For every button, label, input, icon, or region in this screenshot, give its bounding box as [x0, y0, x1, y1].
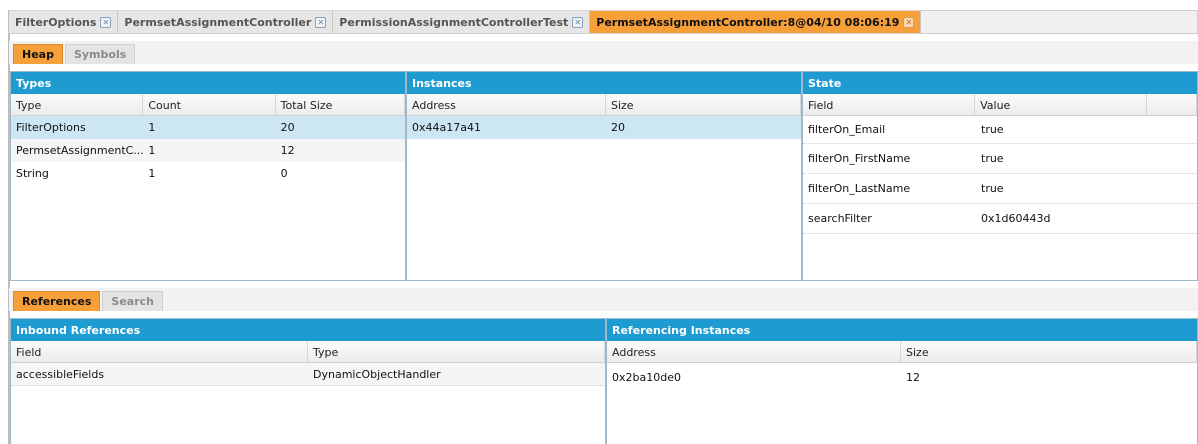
type-cell: String	[16, 167, 49, 180]
value-cell: true	[981, 152, 1004, 165]
address-cell: 0x44a17a41	[412, 121, 481, 134]
close-icon[interactable]: ✕	[903, 16, 915, 28]
size-cell: 12	[906, 370, 920, 384]
tab-heap-dump[interactable]: PermsetAssignmentController:8@04/10 08:0…	[590, 10, 922, 33]
types-title: Types	[11, 72, 405, 94]
type-cell: DynamicObjectHandler	[313, 367, 441, 381]
table-row[interactable]: FilterOptions 1 20	[11, 116, 405, 139]
referencing-instances-panel: Referencing Instances Address Size 0x2ba…	[606, 318, 1198, 444]
column-header-address[interactable]: Address	[607, 341, 901, 363]
table-row[interactable]: PermsetAssignmentC... 1 12	[11, 139, 405, 162]
table-row[interactable]: filterOn_LastName true	[803, 174, 1197, 204]
instances-panel: Instances Address Size 0x44a17a41 20	[406, 71, 802, 281]
tab-permsetassignmentcontroller[interactable]: PermsetAssignmentController ✕	[118, 10, 334, 33]
tab-label: FilterOptions	[15, 15, 97, 29]
value-cell: 0x1d60443d	[981, 212, 1051, 225]
count-cell: 1	[148, 167, 156, 180]
state-panel: State Field Value filterOn_Email true fi…	[802, 71, 1198, 281]
table-row[interactable]: 0x2ba10de0 12	[607, 363, 1197, 391]
total-size-cell: 0	[280, 167, 288, 180]
address-cell: 0x2ba10de0	[612, 370, 681, 384]
instances-header-row: Address Size	[407, 94, 801, 116]
count-cell: 1	[148, 144, 156, 157]
state-header-row: Field Value	[803, 94, 1197, 116]
table-row[interactable]: accessibleFields DynamicObjectHandler	[11, 363, 605, 386]
types-panel: Types Type Count Total Size FilterOption…	[10, 71, 406, 281]
referencing-header-row: Address Size	[607, 341, 1197, 363]
column-header-type[interactable]: Type	[11, 94, 144, 116]
value-cell: true	[981, 182, 1004, 195]
total-size-cell: 20	[280, 121, 295, 134]
referencing-instances-title: Referencing Instances	[607, 319, 1197, 341]
column-header-size[interactable]: Size	[901, 341, 1197, 363]
type-cell: PermsetAssignmentC...	[16, 144, 144, 157]
field-cell: filterOn_Email	[808, 123, 886, 136]
instances-title: Instances	[407, 72, 801, 94]
heap-subtab-bar: Heap Symbols	[8, 41, 1198, 64]
tab-filteroptions[interactable]: FilterOptions ✕	[9, 10, 119, 33]
field-cell: filterOn_LastName	[808, 182, 911, 195]
inbound-header-row: Field Type	[11, 341, 605, 363]
inbound-references-panel: Inbound References Field Type accessible…	[10, 318, 606, 444]
column-header-type[interactable]: Type	[308, 341, 605, 363]
table-row[interactable]: filterOn_FirstName true	[803, 144, 1197, 174]
value-cell: true	[981, 123, 1004, 136]
tab-label: PermsetAssignmentController:8@04/10 08:0…	[596, 15, 900, 29]
column-header-filler	[1147, 94, 1197, 116]
column-header-field[interactable]: Field	[803, 94, 976, 116]
tab-label: PermsetAssignmentController	[124, 15, 312, 29]
close-icon[interactable]: ✕	[100, 16, 112, 28]
editor-tab-bar: FilterOptions ✕ PermsetAssignmentControl…	[8, 10, 1198, 34]
close-icon[interactable]: ✕	[315, 16, 327, 28]
tab-permissionassignmentcontrollertest[interactable]: PermissionAssignmentControllerTest ✕	[333, 10, 591, 33]
count-cell: 1	[148, 121, 156, 134]
inbound-references-title: Inbound References	[11, 319, 605, 341]
table-row[interactable]: 0x44a17a41 20	[407, 116, 801, 139]
field-cell: searchFilter	[808, 212, 872, 225]
size-cell: 20	[610, 121, 625, 134]
close-icon[interactable]: ✕	[572, 16, 584, 28]
column-header-size[interactable]: Size	[606, 94, 801, 116]
field-cell: filterOn_FirstName	[808, 152, 911, 165]
types-header-row: Type Count Total Size	[11, 94, 405, 116]
table-row[interactable]: searchFilter 0x1d60443d	[803, 204, 1197, 234]
tab-label: PermissionAssignmentControllerTest	[339, 15, 569, 29]
column-header-value[interactable]: Value	[975, 94, 1148, 116]
table-row[interactable]: filterOn_Email true	[803, 116, 1197, 144]
tab-references[interactable]: References	[13, 291, 101, 311]
type-cell: FilterOptions	[16, 121, 86, 134]
tab-search[interactable]: Search	[102, 291, 164, 311]
column-header-field[interactable]: Field	[11, 341, 308, 363]
column-header-count[interactable]: Count	[143, 94, 276, 116]
references-subtab-bar: References Search	[8, 288, 1198, 311]
state-title: State	[803, 72, 1197, 94]
column-header-total-size[interactable]: Total Size	[276, 94, 405, 116]
tab-symbols[interactable]: Symbols	[64, 44, 136, 64]
total-size-cell: 12	[280, 144, 295, 157]
column-header-address[interactable]: Address	[407, 94, 606, 116]
tab-heap[interactable]: Heap	[13, 44, 63, 64]
table-row[interactable]: String 1 0	[11, 162, 405, 185]
field-cell: accessibleFields	[16, 367, 105, 381]
